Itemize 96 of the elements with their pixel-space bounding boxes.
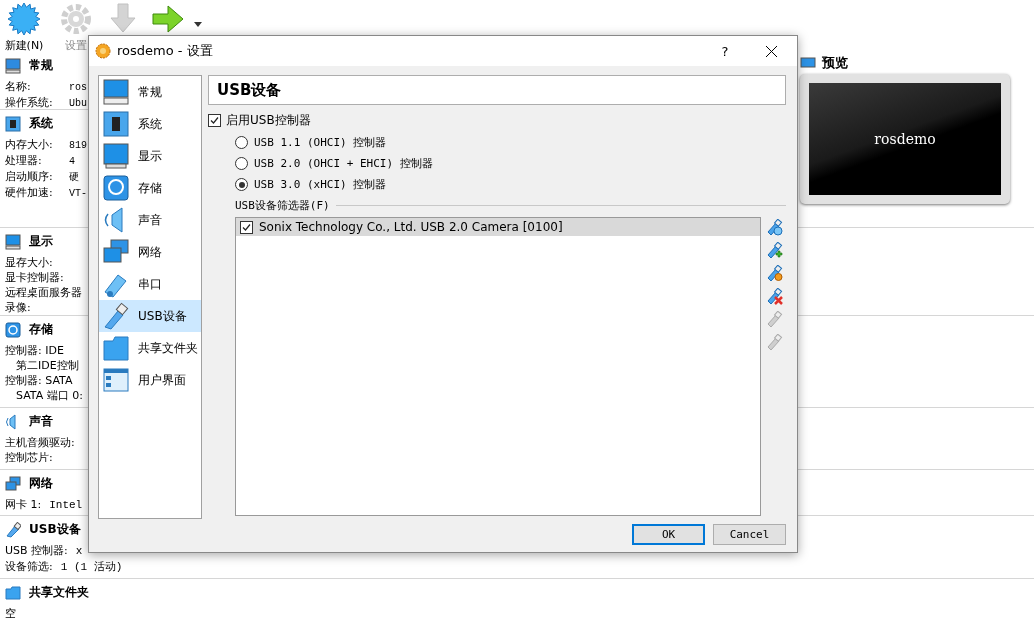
detail-value: VT- bbox=[69, 187, 87, 201]
remove-filter-icon bbox=[766, 288, 784, 305]
usb-stick-icon bbox=[5, 521, 21, 538]
chip-icon bbox=[102, 110, 130, 138]
section-title: USB设备 bbox=[29, 521, 81, 538]
page-heading: USB设备 bbox=[208, 75, 786, 106]
group-title: USB设备筛选器(F) bbox=[235, 197, 330, 213]
nav-item[interactable]: 显示 bbox=[99, 140, 201, 172]
detail-label: 显卡控制器: bbox=[5, 270, 64, 285]
nav-item[interactable]: 存储 bbox=[99, 172, 201, 204]
monitor-icon bbox=[102, 78, 130, 106]
dialog-title: rosdemo - 设置 bbox=[117, 42, 214, 60]
nav-item[interactable]: 用户界面 bbox=[99, 364, 201, 396]
section-title: 存储 bbox=[29, 321, 53, 338]
detail-label: 名称: bbox=[5, 79, 32, 94]
nav-item[interactable]: 共享文件夹 bbox=[99, 332, 201, 364]
move-up-icon bbox=[766, 311, 784, 328]
monitor-icon bbox=[5, 57, 21, 74]
detail-label: 硬件加速: bbox=[5, 185, 54, 200]
nav-item[interactable]: 常规 bbox=[99, 76, 201, 108]
controller-radio[interactable]: USB 1.1 (OHCI) 控制器 bbox=[208, 131, 786, 153]
network-icon bbox=[102, 238, 130, 266]
checkbox[interactable] bbox=[208, 114, 221, 128]
detail-label: 操作系统: bbox=[5, 95, 54, 109]
detail-label: 控制芯片: bbox=[5, 450, 53, 465]
detail-label: 内存大小: bbox=[5, 137, 54, 152]
starburst-icon bbox=[7, 2, 41, 36]
radio-dot[interactable] bbox=[235, 157, 248, 171]
folder-icon bbox=[5, 584, 21, 601]
detail-label: USB 控制器: bbox=[5, 543, 68, 558]
detail-value: ros bbox=[69, 81, 87, 95]
detail-label: 控制器: IDE bbox=[5, 343, 64, 358]
dialog-button[interactable]: OK bbox=[632, 524, 705, 545]
nav-item[interactable]: 串口 bbox=[99, 268, 201, 300]
add-filter-icon bbox=[766, 242, 784, 259]
radio-dot[interactable] bbox=[235, 135, 248, 149]
gear-icon bbox=[95, 43, 111, 59]
filter-tool-button[interactable] bbox=[766, 288, 784, 305]
detail-label: 第二IDE控制 bbox=[16, 358, 79, 373]
detail-value: Ubu bbox=[69, 97, 87, 109]
nav-item[interactable]: 声音 bbox=[99, 204, 201, 236]
network-icon bbox=[5, 475, 21, 492]
dialog-button[interactable]: Cancel bbox=[713, 524, 786, 545]
detail-label: 显存大小: bbox=[5, 255, 53, 270]
preview-title: 预览 bbox=[822, 54, 848, 72]
folder-icon bbox=[102, 334, 130, 362]
preview-text: rosdemo bbox=[874, 131, 936, 147]
section-title: 共享文件夹 bbox=[29, 584, 89, 601]
caret-icon[interactable] bbox=[194, 22, 202, 27]
disk-icon bbox=[5, 321, 21, 338]
edit-filter-icon bbox=[766, 265, 784, 282]
filter-tool-button[interactable] bbox=[766, 242, 784, 259]
nav-item[interactable]: 系统 bbox=[99, 108, 201, 140]
usb-filter-icon bbox=[766, 219, 784, 236]
nav-item[interactable]: USB设备 bbox=[99, 300, 201, 332]
monitor-icon bbox=[800, 55, 816, 71]
detail-value: 4 bbox=[69, 155, 75, 169]
monitor-icon bbox=[102, 142, 130, 170]
help-button[interactable]: ? bbox=[705, 37, 745, 65]
controller-radio[interactable]: USB 3.0 (xHCI) 控制器 bbox=[208, 174, 786, 196]
detail-label: 空 bbox=[5, 606, 16, 621]
close-icon bbox=[765, 45, 777, 57]
detail-value: x bbox=[75, 544, 83, 559]
monitor-icon bbox=[5, 233, 21, 250]
checkbox[interactable] bbox=[240, 220, 253, 234]
chip-icon bbox=[5, 115, 21, 132]
section-title: 显示 bbox=[29, 233, 53, 250]
filter-tool-button[interactable] bbox=[766, 219, 784, 236]
detail-label: 控制器: SATA bbox=[5, 373, 73, 388]
detail-label: 录像: bbox=[5, 300, 31, 315]
detail-label: 处理器: bbox=[5, 153, 43, 168]
enable-checkbox[interactable]: 启用USB控制器 bbox=[208, 110, 786, 132]
filter-tool-button[interactable] bbox=[766, 265, 784, 282]
section-title: 网络 bbox=[29, 475, 53, 492]
toolbar-button[interactable]: 新建(N) bbox=[2, 2, 46, 53]
window-icon bbox=[102, 366, 130, 394]
right-arrow-icon[interactable] bbox=[150, 2, 186, 36]
detail-label: 主机音频驱动: bbox=[5, 435, 75, 450]
detail-label: SATA 端口 0: bbox=[16, 388, 83, 403]
detail-value: 819 bbox=[69, 139, 87, 153]
detail-value: Intel bbox=[49, 498, 83, 513]
filter-item[interactable]: Sonix Technology Co., Ltd. USB 2.0 Camera [0100] bbox=[236, 218, 760, 236]
section-title: 系统 bbox=[29, 115, 53, 132]
controller-radio[interactable]: USB 2.0 (OHCI + EHCI) 控制器 bbox=[208, 152, 786, 175]
detail-label: 启动顺序: bbox=[5, 169, 54, 184]
section-title: 声音 bbox=[29, 413, 53, 430]
detail-label: 远程桌面服务器 bbox=[5, 285, 82, 300]
usb-stick-icon bbox=[102, 302, 130, 330]
radio-dot[interactable] bbox=[235, 178, 248, 192]
detail-value: 1 (1 活动) bbox=[60, 560, 123, 575]
move-down-icon bbox=[766, 334, 784, 351]
detail-value: 硬 bbox=[69, 171, 79, 185]
detail-label: 网卡 1: bbox=[5, 497, 42, 512]
detail-label: 设备筛选: bbox=[5, 559, 53, 574]
section-title: 常规 bbox=[29, 57, 53, 74]
nav-item[interactable]: 网络 bbox=[99, 236, 201, 268]
